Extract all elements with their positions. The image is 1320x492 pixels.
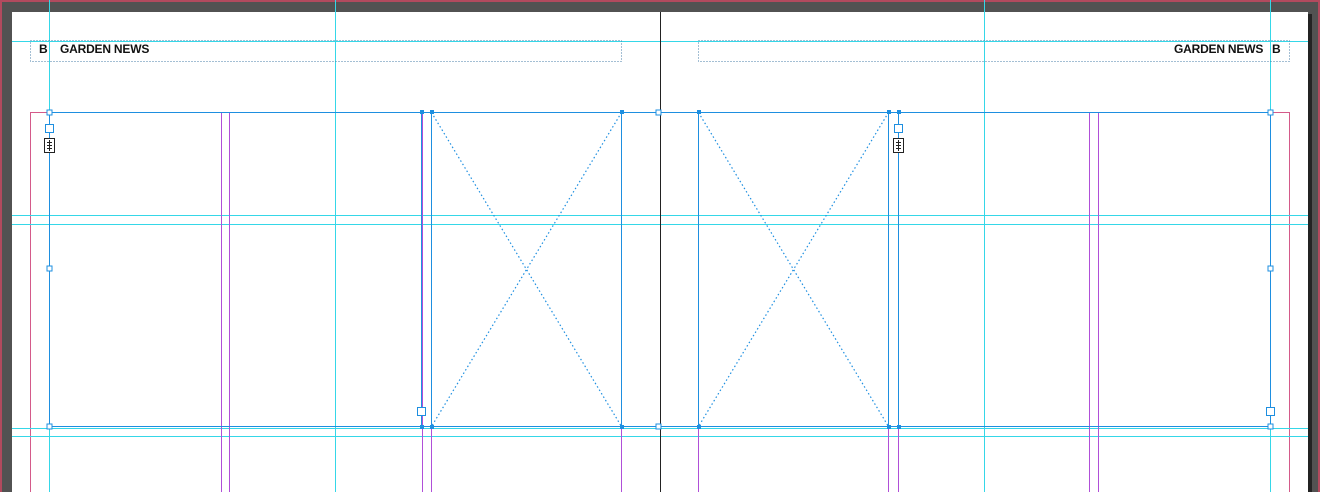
in-port xyxy=(45,124,54,133)
threaded-text-icon xyxy=(893,138,904,153)
handle xyxy=(1267,109,1274,116)
handle xyxy=(1267,423,1274,430)
handle xyxy=(655,423,662,430)
threaded-text-icon xyxy=(44,138,55,153)
out-port xyxy=(417,407,426,416)
left-text-frame xyxy=(49,112,422,427)
handle xyxy=(46,423,53,430)
in-port xyxy=(894,124,903,133)
right-text-frame xyxy=(898,112,1271,427)
right-section-marker[interactable]: B xyxy=(1272,42,1281,56)
left-header-title[interactable]: GARDEN NEWS xyxy=(60,42,149,56)
right-header-title[interactable]: GARDEN NEWS xyxy=(1174,42,1263,56)
handle xyxy=(655,109,662,116)
layout-canvas[interactable] xyxy=(0,0,1320,492)
handle xyxy=(1267,265,1274,272)
out-port xyxy=(1266,407,1275,416)
left-section-marker[interactable]: B xyxy=(39,42,48,56)
handle xyxy=(46,109,53,116)
handle xyxy=(46,265,53,272)
